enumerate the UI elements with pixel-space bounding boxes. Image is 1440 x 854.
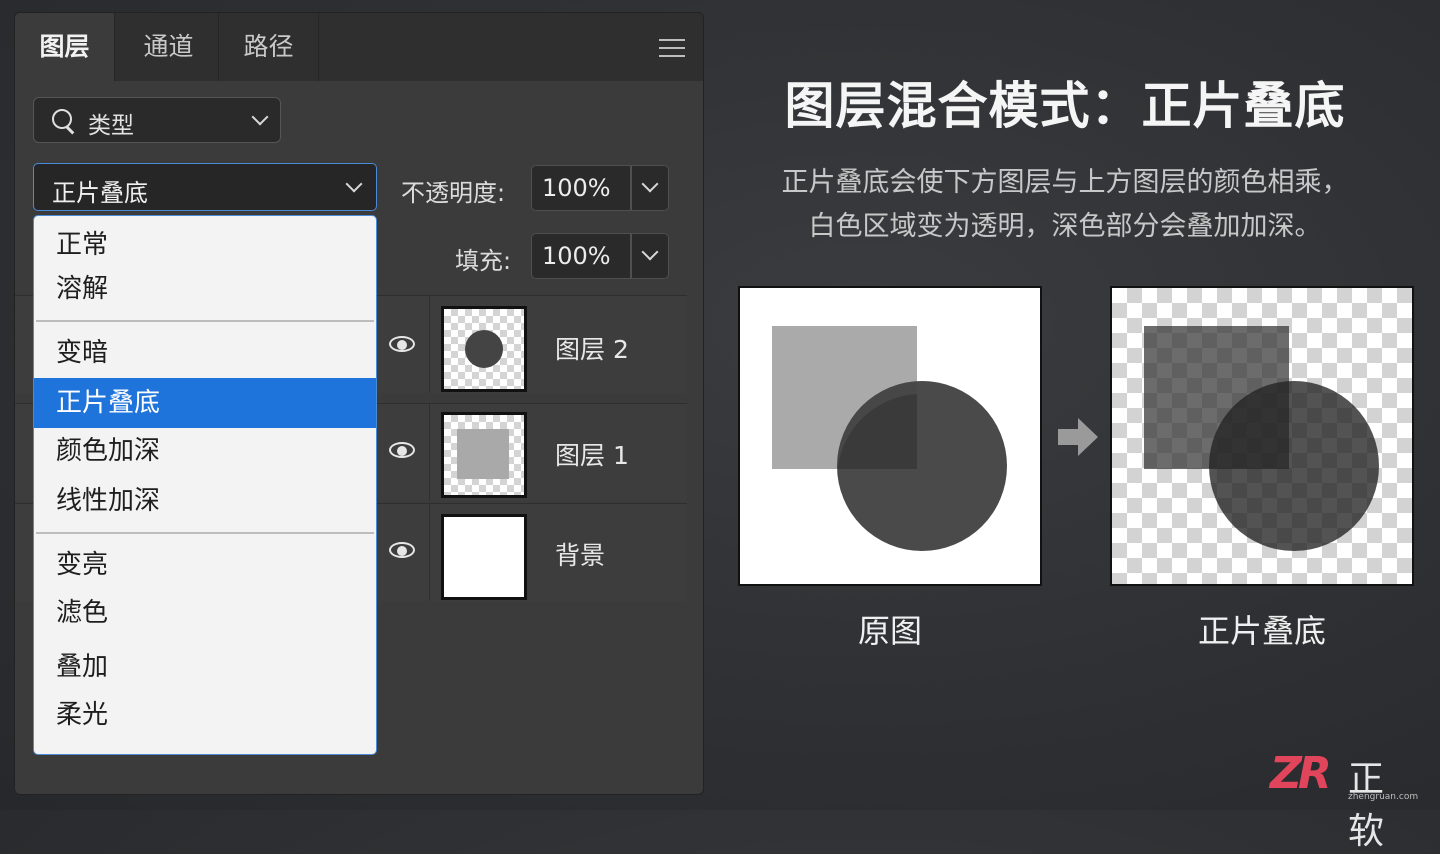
opacity-input[interactable]: 100% bbox=[531, 165, 631, 211]
blend-option-lighten[interactable]: 变亮 bbox=[34, 542, 376, 588]
blend-option-normal[interactable]: 正常 bbox=[34, 222, 376, 268]
fill-dropdown-button[interactable] bbox=[631, 233, 669, 279]
caption-multiply: 正片叠底 bbox=[1197, 612, 1326, 650]
search-icon bbox=[52, 109, 72, 129]
panel-tab-bar: 图层 通道 路径 bbox=[15, 13, 703, 81]
layer-filter-select[interactable]: 类型 bbox=[33, 97, 281, 143]
original-composite bbox=[772, 326, 1007, 551]
layer-thumbnail bbox=[441, 514, 527, 600]
layer-name: 背景 bbox=[555, 541, 606, 570]
chevron-down-icon bbox=[345, 175, 363, 193]
visibility-eye-icon[interactable] bbox=[389, 336, 417, 354]
tab-paths[interactable]: 路径 bbox=[219, 13, 319, 81]
blend-option-dissolve[interactable]: 溶解 bbox=[34, 266, 376, 312]
brand-logo: ZR 正软 zhengruan.com bbox=[1270, 748, 1430, 852]
layer-thumbnail bbox=[441, 412, 527, 498]
blend-option-soft-light[interactable]: 柔光 bbox=[34, 692, 376, 738]
tab-channels[interactable]: 通道 bbox=[119, 13, 219, 81]
blend-option-overlay[interactable]: 叠加 bbox=[34, 644, 376, 690]
layer-name: 图层 2 bbox=[555, 335, 629, 364]
page-title: 图层混合模式：正片叠底 bbox=[784, 77, 1346, 135]
logo-url: zhengruan.com bbox=[1348, 792, 1419, 802]
arrow-right-icon bbox=[1058, 418, 1098, 456]
layers-panel: 图层 通道 路径 类型 正片叠底 不透明度: 100% 填充: 100% 图层 … bbox=[14, 12, 704, 795]
multiply-composite bbox=[1144, 326, 1379, 551]
opacity-dropdown-button[interactable] bbox=[631, 165, 669, 211]
blend-mode-select[interactable]: 正片叠底 bbox=[33, 163, 377, 211]
blend-option-linear-burn[interactable]: 线性加深 bbox=[34, 478, 376, 524]
visibility-eye-icon[interactable] bbox=[389, 542, 417, 560]
blend-mode-value: 正片叠底 bbox=[52, 179, 148, 207]
description-line-1: 正片叠底会使下方图层与上方图层的颜色相乘， bbox=[781, 167, 1349, 198]
blend-option-screen[interactable]: 滤色 bbox=[34, 590, 376, 636]
opacity-label: 不透明度: bbox=[401, 179, 506, 207]
chevron-down-icon bbox=[641, 175, 659, 193]
fill-input[interactable]: 100% bbox=[531, 233, 631, 279]
filter-label: 类型 bbox=[88, 113, 134, 139]
blend-option-darken[interactable]: 变暗 bbox=[34, 330, 376, 376]
layer-name: 图层 1 bbox=[555, 441, 629, 470]
panel-menu-icon[interactable] bbox=[659, 39, 685, 57]
logo-mark: ZR bbox=[1270, 748, 1332, 799]
fill-label: 填充: bbox=[455, 247, 512, 275]
chevron-down-icon bbox=[641, 243, 659, 261]
chevron-down-icon bbox=[251, 108, 269, 126]
circle-shape bbox=[1209, 381, 1379, 551]
caption-original: 原图 bbox=[857, 612, 922, 650]
blend-option-color-burn[interactable]: 颜色加深 bbox=[34, 428, 376, 474]
visibility-eye-icon[interactable] bbox=[389, 442, 417, 460]
original-image bbox=[738, 286, 1042, 586]
menu-divider bbox=[36, 320, 374, 322]
blend-mode-dropdown: 正常 溶解 变暗 正片叠底 颜色加深 线性加深 变亮 滤色 叠加 柔光 bbox=[33, 215, 377, 755]
logo-name: 正软 bbox=[1348, 759, 1391, 852]
tab-layers[interactable]: 图层 bbox=[15, 13, 115, 81]
layer-thumbnail bbox=[441, 306, 527, 392]
blend-option-multiply[interactable]: 正片叠底 bbox=[34, 378, 376, 428]
description-line-2: 白色区域变为透明，深色部分会叠加加深。 bbox=[808, 211, 1322, 242]
menu-divider bbox=[36, 532, 374, 534]
multiply-result-image bbox=[1110, 286, 1414, 586]
